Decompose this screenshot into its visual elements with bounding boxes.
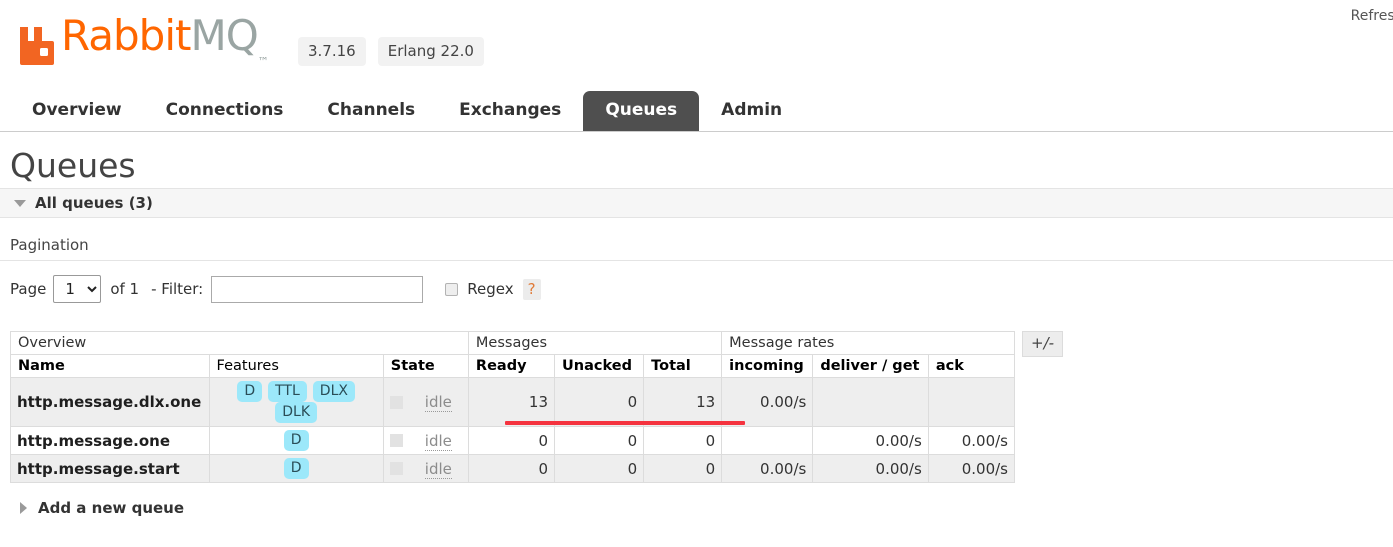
- status-badge[interactable]: idle: [425, 393, 452, 412]
- feature-badge[interactable]: D: [284, 458, 309, 479]
- pagination-controls: Page 1 of 1 - Filter: Regex ?: [10, 275, 1393, 303]
- chevron-right-icon: [20, 502, 27, 514]
- all-queues-label: All queues (3): [35, 194, 153, 212]
- logo-text-rabbit: Rabbit: [61, 11, 190, 60]
- badge-rabbitmq-version: 3.7.16: [298, 37, 366, 66]
- column-header-deliver-get[interactable]: deliver / get: [813, 355, 928, 378]
- group-header-messages: Messages: [468, 332, 721, 355]
- queue-incoming-rate: [722, 427, 813, 455]
- pagination-heading: Pagination: [10, 236, 1393, 254]
- queue-deliver-get-rate: [813, 378, 928, 427]
- app-header: RabbitMQ™ 3.7.16 Erlang 22.0 Refreshed: [0, 0, 1393, 85]
- queue-state-cell: idle: [383, 378, 468, 427]
- rabbitmq-logo[interactable]: RabbitMQ™: [14, 14, 269, 67]
- queue-name-link[interactable]: http.message.one: [11, 427, 210, 455]
- feature-badge[interactable]: D: [237, 381, 262, 402]
- column-header-incoming[interactable]: incoming: [722, 355, 813, 378]
- queue-features: D: [209, 427, 383, 455]
- queue-deliver-get-rate: 0.00/s: [813, 455, 928, 483]
- queue-unacked-count: 0: [555, 455, 644, 483]
- table-column-header-row: Name Features State Ready Unacked Total …: [11, 355, 1015, 378]
- status-indicator-icon: [390, 462, 403, 475]
- queue-state-cell: idle: [383, 427, 468, 455]
- table-group-header-row: Overview Messages Message rates: [11, 332, 1015, 355]
- group-header-message-rates: Message rates: [722, 332, 1015, 355]
- queue-total-count: 0: [644, 427, 722, 455]
- queue-ack-rate: 0.00/s: [928, 455, 1014, 483]
- regex-option: Regex ?: [445, 279, 540, 300]
- queue-name-link[interactable]: http.message.start: [11, 455, 210, 483]
- feature-badge[interactable]: DLX: [313, 381, 355, 402]
- column-header-unacked[interactable]: Unacked: [555, 355, 644, 378]
- of-pages-label: of 1: [110, 280, 139, 298]
- main-navigation: Overview Connections Channels Exchanges …: [0, 85, 1393, 132]
- queue-ready-count: 0: [468, 455, 554, 483]
- queue-total-count: 13: [644, 378, 722, 427]
- column-header-state[interactable]: State: [383, 355, 468, 378]
- add-new-queue-section[interactable]: Add a new queue: [20, 499, 1393, 517]
- queue-name-link[interactable]: http.message.dlx.one: [11, 378, 210, 427]
- queue-ack-rate: 0.00/s: [928, 427, 1014, 455]
- refresh-status[interactable]: Refreshed: [1351, 8, 1393, 24]
- filter-label: - Filter:: [151, 280, 203, 298]
- regex-help-icon[interactable]: ?: [523, 279, 541, 300]
- add-new-queue-label: Add a new queue: [38, 499, 184, 517]
- queue-state-cell: idle: [383, 455, 468, 483]
- badge-erlang-version: Erlang 22.0: [378, 37, 484, 66]
- feature-badge[interactable]: DLK: [275, 402, 317, 423]
- regex-label: Regex: [467, 280, 513, 298]
- queue-ack-rate: [928, 378, 1014, 427]
- page-title: Queues: [10, 148, 1393, 184]
- status-badge[interactable]: idle: [425, 460, 452, 479]
- regex-checkbox[interactable]: [445, 283, 458, 296]
- page-select[interactable]: 1: [53, 275, 101, 303]
- queue-incoming-rate: 0.00/s: [722, 455, 813, 483]
- all-queues-section-header[interactable]: All queues (3): [0, 188, 1393, 218]
- queues-table-container: Overview Messages Message rates Name Fea…: [10, 331, 1393, 483]
- pagination-divider: [0, 260, 1393, 261]
- column-header-ack[interactable]: ack: [928, 355, 1014, 378]
- feature-badge[interactable]: TTL: [268, 381, 307, 402]
- version-badges: 3.7.16 Erlang 22.0: [298, 37, 484, 66]
- column-header-features: Features: [209, 355, 383, 378]
- table-row: http.message.dlx.oneDTTLDLXDLKidle130130…: [11, 378, 1015, 427]
- tab-admin[interactable]: Admin: [699, 91, 804, 131]
- chevron-down-icon: [14, 200, 26, 207]
- queue-ready-count: 0: [468, 427, 554, 455]
- queue-total-count: 0: [644, 455, 722, 483]
- queue-ready-count: 13: [468, 378, 554, 427]
- logo-text-mq: MQ: [190, 11, 257, 60]
- tab-connections[interactable]: Connections: [144, 91, 306, 131]
- column-header-ready[interactable]: Ready: [468, 355, 554, 378]
- tab-queues[interactable]: Queues: [583, 91, 699, 131]
- page-label: Page: [10, 280, 46, 298]
- toggle-columns-button[interactable]: +/-: [1022, 331, 1063, 357]
- table-row: http.message.startDidle0000.00/s0.00/s0.…: [11, 455, 1015, 483]
- filter-input[interactable]: [211, 276, 423, 303]
- tab-exchanges[interactable]: Exchanges: [437, 91, 583, 131]
- column-header-name[interactable]: Name: [11, 355, 210, 378]
- queue-features: D TTL DLXDLK: [209, 378, 383, 427]
- logo-trademark: ™: [258, 55, 269, 72]
- status-badge[interactable]: idle: [425, 432, 452, 451]
- tab-overview[interactable]: Overview: [10, 91, 144, 131]
- tab-channels[interactable]: Channels: [305, 91, 437, 131]
- queue-unacked-count: 0: [555, 427, 644, 455]
- queue-unacked-count: 0: [555, 378, 644, 427]
- feature-badge[interactable]: D: [284, 430, 309, 451]
- queues-table: Overview Messages Message rates Name Fea…: [10, 331, 1015, 483]
- status-indicator-icon: [390, 396, 403, 409]
- queue-incoming-rate: 0.00/s: [722, 378, 813, 427]
- group-header-overview: Overview: [11, 332, 469, 355]
- rabbitmq-logo-icon: [14, 23, 58, 67]
- status-indicator-icon: [390, 434, 403, 447]
- table-row: http.message.oneDidle0000.00/s0.00/s: [11, 427, 1015, 455]
- column-header-total[interactable]: Total: [644, 355, 722, 378]
- queue-features: D: [209, 455, 383, 483]
- queue-deliver-get-rate: 0.00/s: [813, 427, 928, 455]
